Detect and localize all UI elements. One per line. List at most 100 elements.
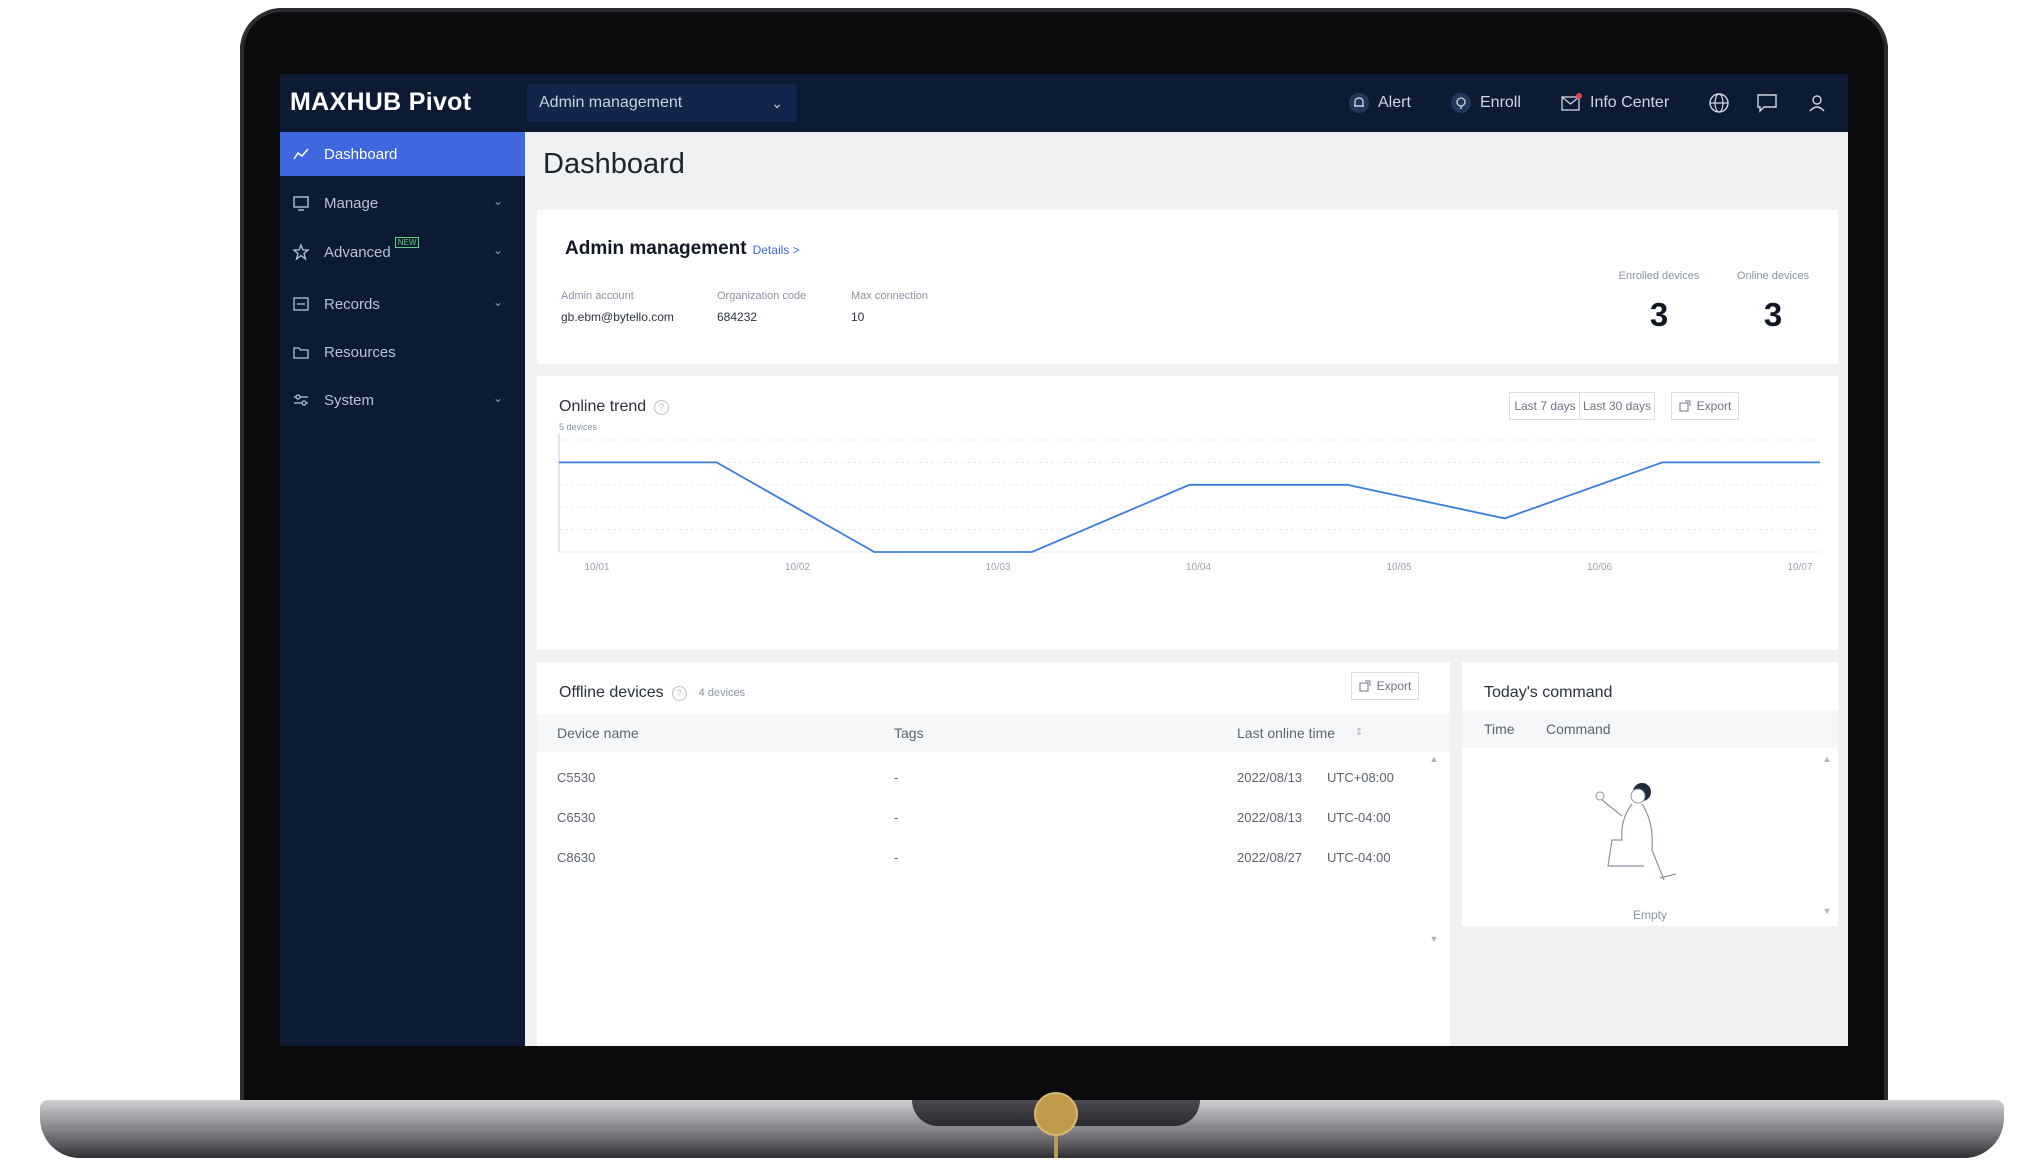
device-name-cell: C8630 xyxy=(557,850,596,865)
sidebar-item-records[interactable]: Records ⌄ xyxy=(280,282,525,326)
field-label: Max connection xyxy=(851,290,929,302)
stat-value: 3 xyxy=(1649,296,1669,333)
stat-value: 3 xyxy=(1763,296,1783,333)
sidebar-item-manage[interactable]: Manage ⌄ xyxy=(280,181,525,225)
field-value: 684232 xyxy=(717,310,758,324)
star-icon xyxy=(292,243,310,261)
admin-name-text: Admin management xyxy=(565,238,747,259)
offline-count: 4 devices xyxy=(698,687,746,699)
online-trend-chart: 5 devices 10/01 10/02 10/03 10/04 10/05 10/06 1… xyxy=(558,422,1820,573)
column-device-name[interactable]: Device name xyxy=(557,725,639,741)
scroll-down-icon[interactable]: ▼ xyxy=(1822,906,1832,916)
last-online-date-cell: 2022/08/13 xyxy=(1237,810,1303,825)
tags-cell: - xyxy=(894,850,899,865)
sidebar-item-label: System xyxy=(324,391,375,409)
export-label: Export xyxy=(1376,679,1412,693)
sort-icon[interactable]: ⇕ xyxy=(1355,727,1363,738)
offline-devices-card: Offline devices ? 4 devices Export Devic… xyxy=(537,662,1450,1046)
max-connection-field: Max connection 10 xyxy=(851,290,928,324)
offline-export-button[interactable]: Export xyxy=(1351,672,1419,700)
scroll-down-icon[interactable]: ▼ xyxy=(1429,934,1439,944)
scope-selector-label: Admin management xyxy=(539,94,683,111)
scroll-up-icon[interactable]: ▲ xyxy=(1822,754,1832,764)
details-link[interactable]: Details > xyxy=(753,243,800,257)
sidebar-item-label: Dashboard xyxy=(324,145,398,163)
tags-cell: - xyxy=(894,770,899,785)
x-tick-label: 10/01 xyxy=(584,562,609,573)
x-tick-label: 10/02 xyxy=(785,562,810,573)
sliders-icon xyxy=(294,394,308,406)
top-bar: MAXHUB Pivot Admin management ⌄ Alert En… xyxy=(280,74,1848,132)
offline-devices-header: Offline devices ? 4 devices xyxy=(559,684,745,702)
todays-command-card: Today's command Time Command Empty ▲ ▼ xyxy=(1462,662,1838,926)
folder-icon xyxy=(293,347,309,359)
todays-command-header: Today's command xyxy=(1484,684,1612,702)
main-content: Dashboard Admin management Details > Admi… xyxy=(525,132,1848,1046)
chevron-down-icon: ⌄ xyxy=(492,243,503,257)
column-command: Command xyxy=(1546,721,1611,737)
x-tick-label: 10/03 xyxy=(985,562,1010,573)
sidebar-item-label: Records xyxy=(324,295,380,313)
enroll-button[interactable]: Enroll xyxy=(1450,92,1521,114)
y-unit-label: 5 devices xyxy=(559,422,598,432)
chart-line-icon xyxy=(293,148,309,160)
globe-icon[interactable] xyxy=(1706,90,1732,116)
sidebar-item-advanced[interactable]: Advanced NEW ⌄ xyxy=(280,230,525,274)
pointer-line xyxy=(1054,1132,1058,1158)
chevron-down-icon: ⌄ xyxy=(492,295,503,309)
screen: MAXHUB Pivot Admin management ⌄ Alert En… xyxy=(280,74,1848,1046)
scroll-up-icon[interactable]: ▲ xyxy=(1429,754,1439,764)
alert-label: Alert xyxy=(1378,94,1411,111)
enroll-label: Enroll xyxy=(1480,94,1521,111)
enrolled-devices-stat: Enrolled devices 3 xyxy=(1607,270,1711,334)
field-label: Admin account xyxy=(561,290,634,302)
help-icon[interactable]: ? xyxy=(671,685,687,701)
stat-label: Enrolled devices xyxy=(1618,270,1700,282)
scope-selector[interactable]: Admin management ⌄ xyxy=(527,84,797,122)
column-time: Time xyxy=(1484,721,1515,737)
enroll-icon xyxy=(1451,93,1471,113)
table-header: Device name Tags Last online time ⇕ xyxy=(537,714,1450,752)
table-row[interactable]: C8630 - 2022/08/27 UTC-04:00 xyxy=(537,838,1417,878)
user-icon[interactable] xyxy=(1804,90,1830,116)
device-name-cell: C6530 xyxy=(557,810,596,825)
admin-card: Admin management Details > Admin account … xyxy=(537,210,1838,364)
chevron-down-icon: ⌄ xyxy=(492,391,503,405)
column-tags[interactable]: Tags xyxy=(894,725,924,741)
field-value: 10 xyxy=(851,310,865,324)
table-row[interactable]: C5530 - 2022/08/13 UTC+08:00 xyxy=(537,758,1417,798)
new-badge: NEW xyxy=(394,236,420,248)
online-trend-card: Online trend ? Last 7 days Last 30 days … xyxy=(537,376,1838,650)
organization-code-field: Organization code 684232 xyxy=(717,290,806,324)
chat-icon[interactable] xyxy=(1754,90,1780,116)
sidebar-item-label: Resources xyxy=(324,343,396,361)
last-online-date-cell: 2022/08/13 xyxy=(1237,770,1303,785)
x-tick-label: 10/06 xyxy=(1587,562,1612,573)
monitor-icon xyxy=(293,196,309,211)
offline-devices-title: Offline devices xyxy=(559,684,664,701)
admin-name: Admin management Details > xyxy=(565,238,800,260)
x-tick-label: 10/04 xyxy=(1186,562,1211,573)
device-name-cell: C5530 xyxy=(557,770,596,785)
online-devices-stat: Online devices 3 xyxy=(1725,270,1821,334)
list-icon xyxy=(293,297,309,311)
info-center-label: Info Center xyxy=(1590,94,1670,111)
todays-command-title: Today's command xyxy=(1484,684,1613,701)
last-online-date-cell: 2022/08/27 xyxy=(1237,850,1303,865)
stat-label: Online devices xyxy=(1736,270,1810,282)
sidebar: Dashboard Manage ⌄ Advanced NEW ⌄ Record… xyxy=(280,132,525,1046)
column-last-online-time[interactable]: Last online time xyxy=(1237,725,1335,741)
alert-button[interactable]: Alert xyxy=(1348,92,1411,114)
table-row[interactable]: C6530 - 2022/08/13 UTC-04:00 xyxy=(537,798,1417,838)
tags-cell: - xyxy=(894,810,899,825)
sidebar-item-label: Manage xyxy=(324,194,379,212)
bell-icon xyxy=(1349,93,1369,113)
timezone-cell: UTC-04:00 xyxy=(1327,810,1391,825)
sidebar-item-label: Advanced xyxy=(324,243,391,261)
sidebar-item-dashboard[interactable]: Dashboard xyxy=(280,132,525,176)
sidebar-item-resources[interactable]: Resources xyxy=(280,330,525,374)
empty-illustration xyxy=(1595,783,1677,881)
info-center-button[interactable]: Info Center xyxy=(1560,92,1669,114)
pointer-dot xyxy=(1036,1094,1076,1134)
sidebar-item-system[interactable]: System ⌄ xyxy=(280,378,525,422)
